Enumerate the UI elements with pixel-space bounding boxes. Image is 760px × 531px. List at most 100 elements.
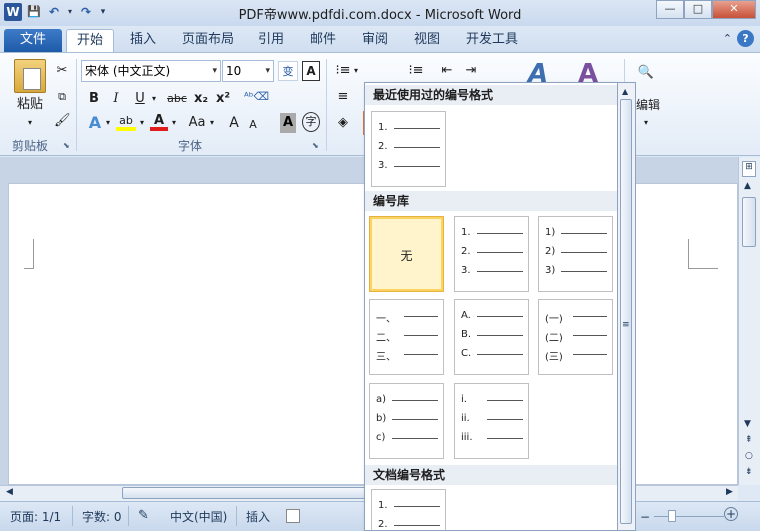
bullets-icon[interactable]: ⁝≡ — [334, 61, 352, 81]
proofing-icon[interactable]: ✎ — [138, 508, 149, 523]
scroll-up-icon[interactable]: ▲ — [622, 87, 628, 96]
tab-review[interactable]: 审阅 — [352, 29, 398, 52]
editing-label[interactable]: 编辑 — [632, 95, 664, 115]
zoom-in-icon[interactable]: + — [724, 507, 738, 521]
multilevel-list-icon[interactable]: ⁝≡ — [406, 61, 426, 81]
copy-icon[interactable]: ⧉ — [54, 87, 70, 107]
zoom-slider-thumb[interactable] — [668, 510, 676, 522]
library-format-abc-upper[interactable]: A. B. C. — [454, 299, 529, 375]
superscript-button[interactable]: x² — [214, 89, 232, 109]
grip-icon: ≡ — [622, 320, 630, 330]
macro-record-icon[interactable] — [286, 509, 300, 523]
close-button[interactable]: ✕ — [712, 0, 756, 19]
dropdown-scroll-thumb[interactable]: ≡ — [620, 99, 632, 524]
tab-file[interactable]: 文件 — [4, 29, 63, 52]
font-color-dropdown-icon[interactable]: ▾ — [170, 113, 178, 133]
status-word-count[interactable]: 字数: 0 — [82, 508, 122, 525]
find-icon[interactable]: 🔍 — [636, 63, 656, 83]
increase-indent-icon[interactable]: ⇥ — [462, 61, 480, 81]
tab-view[interactable]: 视图 — [404, 29, 450, 52]
margin-mark-right — [688, 239, 718, 269]
chevron-down-icon[interactable]: ▾ — [212, 61, 217, 81]
scroll-up-icon[interactable]: ▲ — [744, 181, 751, 191]
underline-button[interactable]: U — [132, 89, 148, 109]
browse-object-icon[interactable]: ○ — [745, 451, 753, 461]
phonetic-guide-icon[interactable]: 变 — [278, 61, 298, 81]
tab-references[interactable]: 引用 — [248, 29, 294, 52]
recent-format-123-dot[interactable]: 1. 2. 3. — [371, 111, 446, 187]
library-format-abc-lower[interactable]: a) b) c) — [369, 383, 444, 459]
maximize-button[interactable]: □ — [684, 0, 712, 19]
font-color-icon[interactable]: A — [150, 111, 168, 131]
status-insert-mode[interactable]: 插入 — [246, 508, 270, 525]
document-formats-header: 文档编号格式 — [365, 465, 617, 485]
library-format-chinese[interactable]: 一、 二、 三、 — [369, 299, 444, 375]
character-shading-button[interactable]: A — [280, 113, 296, 133]
clear-formatting-icon[interactable]: ᴬᵇ⌫ — [244, 87, 269, 107]
tab-mailings[interactable]: 邮件 — [300, 29, 346, 52]
title-bar: W 💾 ↶ ▾ ↷ ▾ PDF帝www.pdfdi.com.docx - Mic… — [0, 0, 760, 26]
document-format-123-dot[interactable]: 1. 2. — [371, 489, 446, 530]
ribbon-tabs: 文件 开始 插入 页面布局 引用 邮件 审阅 视图 开发工具 ⌃ ? — [0, 26, 760, 52]
paste-dropdown-icon[interactable]: ▾ — [24, 113, 36, 133]
text-effects-icon[interactable]: A — [86, 113, 104, 133]
collapse-ribbon-icon[interactable]: ⌃ — [723, 32, 732, 45]
minimize-button[interactable]: — — [656, 0, 684, 19]
library-format-123-dot[interactable]: 1. 2. 3. — [454, 216, 529, 292]
recent-formats-header: 最近使用过的编号格式 — [365, 85, 617, 105]
font-launcher-icon[interactable]: ⬊ — [312, 141, 319, 150]
shrink-font-button[interactable]: A — [246, 115, 260, 135]
text-effects-dropdown-icon[interactable]: ▾ — [104, 113, 112, 133]
shading-icon[interactable]: ◈ — [334, 113, 352, 133]
strikethrough-button[interactable]: abc — [164, 89, 190, 109]
numbering-library-dropdown: 最近使用过的编号格式 1. 2. 3. 编号库 无 1. 2. 3. 1) 2)… — [364, 82, 618, 531]
decrease-indent-icon[interactable]: ⇤ — [438, 61, 456, 81]
bold-button[interactable]: B — [86, 89, 102, 109]
tab-page-layout[interactable]: 页面布局 — [172, 29, 244, 52]
highlight-dropdown-icon[interactable]: ▾ — [138, 113, 146, 133]
help-icon[interactable]: ? — [737, 30, 754, 47]
highlight-icon[interactable]: ab — [116, 111, 136, 131]
editing-dropdown-icon[interactable]: ▾ — [640, 113, 652, 133]
tab-home[interactable]: 开始 — [66, 29, 115, 52]
font-name-combo[interactable]: 宋体 (中文正文) ▾ — [81, 60, 221, 82]
bullets-dropdown-icon[interactable]: ▾ — [352, 61, 360, 81]
zoom-out-icon[interactable]: − — [640, 510, 650, 524]
library-format-roman[interactable]: i. ii. iii. — [454, 383, 529, 459]
format-painter-icon[interactable]: 🖌 — [54, 111, 71, 131]
dropdown-scrollbar[interactable]: ▲ ≡ — [618, 82, 636, 531]
italic-button[interactable]: I — [108, 89, 124, 109]
tab-developer[interactable]: 开发工具 — [456, 29, 528, 52]
next-page-icon[interactable]: ⇟ — [745, 467, 753, 477]
chevron-down-icon[interactable]: ▾ — [265, 61, 270, 81]
paste-icon[interactable] — [14, 59, 46, 93]
font-size-combo[interactable]: 10 ▾ — [222, 60, 274, 82]
scroll-left-icon[interactable]: ◀ — [6, 487, 13, 497]
library-format-chinese-paren[interactable]: (一) (二) (三) — [538, 299, 613, 375]
align-left-icon[interactable]: ≡ — [334, 87, 352, 107]
enclose-characters-button[interactable]: 字 — [302, 112, 320, 132]
library-format-123-paren[interactable]: 1) 2) 3) — [538, 216, 613, 292]
change-case-dropdown-icon[interactable]: ▾ — [208, 113, 216, 133]
library-format-none[interactable]: 无 — [369, 216, 444, 292]
horizontal-scroll-thumb[interactable] — [122, 487, 372, 499]
change-case-button[interactable]: Aa — [186, 113, 208, 133]
previous-page-icon[interactable]: ⇞ — [745, 435, 753, 445]
paste-button-label[interactable]: 粘贴 — [12, 95, 48, 115]
status-language[interactable]: 中文(中国) — [170, 508, 227, 525]
ruler-toggle-icon[interactable]: ⊞ — [742, 161, 756, 177]
grow-font-button[interactable]: A — [226, 113, 242, 133]
scroll-down-icon[interactable]: ▼ — [744, 419, 751, 429]
clipboard-launcher-icon[interactable]: ⬊ — [63, 141, 70, 150]
scroll-right-icon[interactable]: ▶ — [726, 487, 733, 497]
vertical-scroll-thumb[interactable] — [742, 197, 756, 247]
status-page[interactable]: 页面: 1/1 — [10, 508, 61, 525]
character-border-icon[interactable]: A — [302, 61, 320, 81]
font-size-value: 10 — [226, 64, 242, 78]
cut-icon[interactable]: ✂ — [54, 61, 70, 81]
subscript-button[interactable]: x₂ — [192, 89, 210, 109]
font-group-label: 字体 — [178, 139, 203, 153]
tab-insert[interactable]: 插入 — [120, 29, 166, 52]
vertical-scrollbar[interactable]: ⊞ ▲ ▼ ⇞ ○ ⇟ — [738, 157, 760, 485]
underline-dropdown-icon[interactable]: ▾ — [150, 89, 158, 109]
